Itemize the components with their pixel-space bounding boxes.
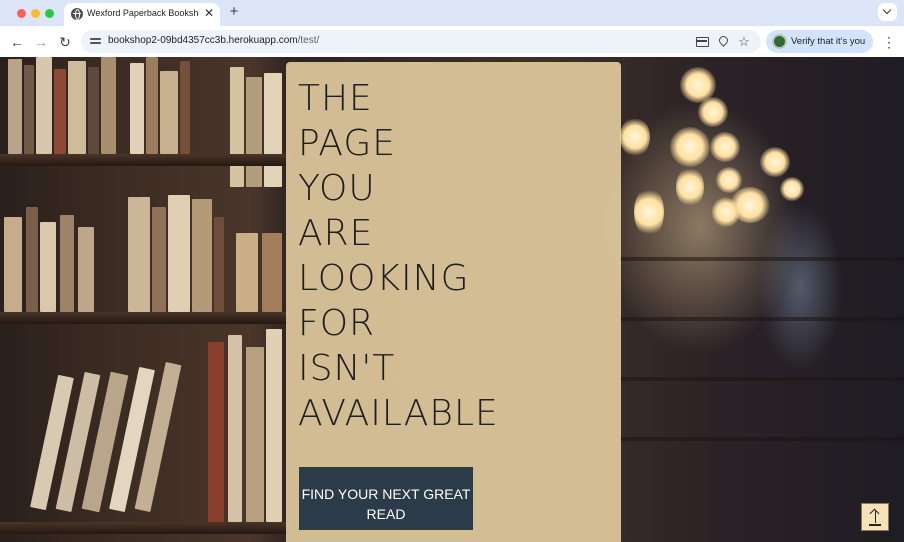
find-next-read-button[interactable]: FIND YOUR NEXT GREAT READ <box>299 467 473 530</box>
page-title: THE PAGE YOU ARE LOOKING FOR ISN'T AVAIL… <box>298 76 608 436</box>
browser-toolbar: ← → ↻ bookshop2-09bd4357cc3b.herokuapp.c… <box>0 26 904 57</box>
card-icon[interactable] <box>695 35 709 48</box>
headline-line: AVAILABLE <box>298 393 499 434</box>
maximize-window-button[interactable] <box>45 9 54 18</box>
back-arrow-icon[interactable]: ← <box>8 33 26 51</box>
browser-window: Wexford Paperback Bookshop ✕ + ← → ↻ boo… <box>0 0 904 542</box>
library-aisle-background <box>620 57 904 542</box>
url-path: /test/ <box>297 35 320 46</box>
headline-line: THE <box>298 78 373 119</box>
error-message-panel: THE PAGE YOU ARE LOOKING FOR ISN'T AVAIL… <box>286 62 621 542</box>
new-tab-button[interactable]: + <box>226 4 242 20</box>
arrow-up-to-line-icon <box>869 508 880 519</box>
page-viewport[interactable]: THE PAGE YOU ARE LOOKING FOR ISN'T AVAIL… <box>0 57 904 542</box>
verify-identity-button[interactable]: Verify that it's you <box>766 30 873 53</box>
location-pin-icon[interactable] <box>716 35 730 48</box>
verify-label: Verify that it's you <box>791 36 866 47</box>
kebab-menu-icon[interactable]: ⋮ <box>882 33 896 51</box>
headline-line: FOR <box>298 303 376 344</box>
headline-line: ISN'T <box>298 348 396 389</box>
headline-line: PAGE <box>298 123 397 164</box>
minimize-window-button[interactable] <box>31 9 40 18</box>
address-bar[interactable]: bookshop2-09bd4357cc3b.herokuapp.com/tes… <box>81 30 761 53</box>
url-host: bookshop2-09bd4357cc3b.herokuapp.com <box>108 35 298 46</box>
url-text[interactable]: bookshop2-09bd4357cc3b.herokuapp.com/tes… <box>108 35 319 46</box>
tab-strip: Wexford Paperback Bookshop ✕ + <box>0 0 904 26</box>
headline-line: YOU <box>298 168 376 209</box>
close-window-button[interactable] <box>17 9 26 18</box>
headline-line: LOOKING <box>298 258 470 299</box>
forward-arrow-icon[interactable]: → <box>32 33 50 51</box>
globe-icon <box>71 8 83 20</box>
back-to-top-button[interactable] <box>861 503 889 531</box>
bookshelf-background <box>0 57 290 542</box>
browser-tab[interactable]: Wexford Paperback Bookshop ✕ <box>64 3 220 26</box>
headline-line: ARE <box>298 213 374 254</box>
tab-search-chevron-icon[interactable] <box>878 3 897 21</box>
avatar <box>772 34 787 49</box>
close-tab-button[interactable]: ✕ <box>203 6 215 20</box>
tune-icon[interactable] <box>90 36 101 47</box>
tab-title: Wexford Paperback Bookshop <box>87 8 199 18</box>
reload-icon[interactable]: ↻ <box>56 33 74 51</box>
bookmark-star-icon[interactable]: ☆ <box>737 35 751 48</box>
